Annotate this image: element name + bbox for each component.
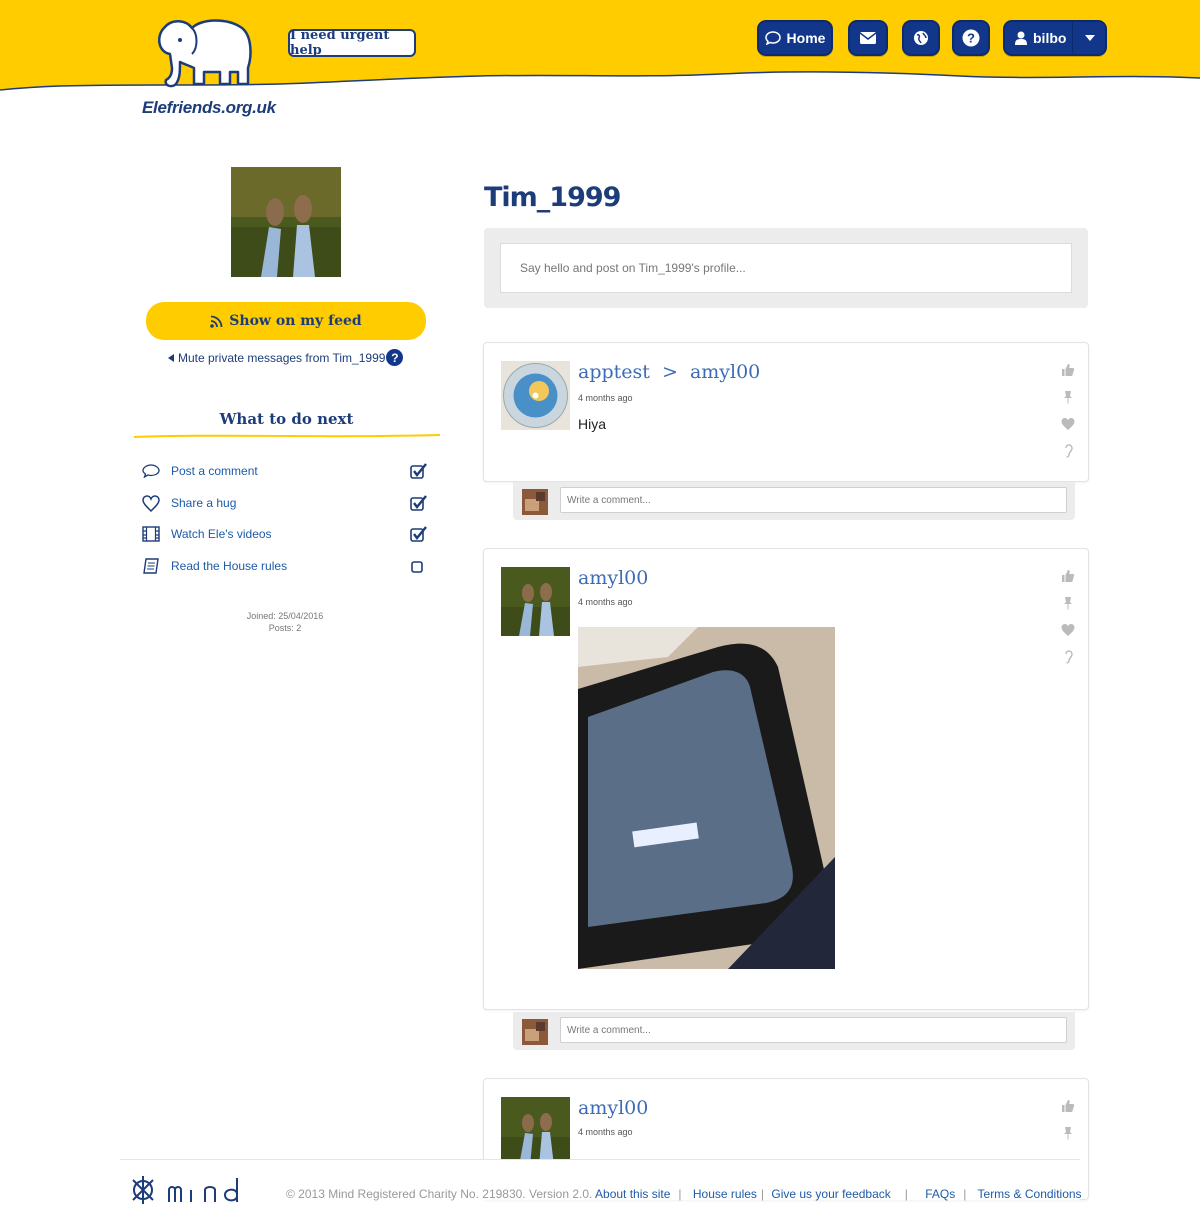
post-count: Posts: 2 [268,623,302,633]
thumbs-up-icon[interactable] [1061,569,1075,583]
post-text: Hiya [578,416,607,432]
question-icon: ? [962,29,980,47]
elephant-logo[interactable] [150,12,260,92]
footer-link-faqs[interactable]: FAQs [925,1187,955,1201]
profile-post-input[interactable]: Say hello and post on Tim_1999's profile… [500,243,1072,293]
help-button[interactable]: ? [952,20,990,56]
post-photo[interactable] [578,627,835,969]
post-time: 4 months ago [578,597,633,607]
user-menu-button[interactable]: bilbo [1003,20,1107,56]
svg-text:?: ? [967,31,975,46]
joined-date: Joined: 25/04/2016 [246,611,324,621]
todo-label: Share a hug [171,496,237,510]
post-time: 4 months ago [578,1127,633,1137]
todo-share-hug[interactable]: Share a hug [140,492,440,514]
post-author[interactable]: amyl00 [578,567,648,589]
what-to-do-next-title: What to do next [219,410,354,428]
caret-down-icon[interactable] [1085,35,1095,41]
profile-name: Tim_1999 [484,182,621,213]
rss-icon [210,315,223,328]
footer-link-terms[interactable]: Terms & Conditions [978,1187,1082,1201]
mind-logo[interactable] [125,1168,255,1208]
unchecked-box-icon [411,561,423,573]
pin-icon[interactable] [1061,596,1075,610]
todo-label: Watch Ele's videos [171,527,272,541]
chevron-right: > [661,361,678,383]
pin-icon[interactable] [1061,390,1075,404]
globe-icon [914,31,928,45]
author-from[interactable]: apptest [578,361,650,383]
checked-box-icon [410,526,427,542]
ear-icon[interactable] [1061,444,1075,458]
mute-label: Mute private messages from Tim_1999 [178,350,386,365]
thumbs-up-icon[interactable] [1061,1099,1075,1113]
heart-icon[interactable] [1061,623,1075,637]
todo-read-house-rules[interactable]: Read the House rules [140,555,440,577]
avatar [501,361,570,430]
avatar [501,567,570,636]
post-author[interactable]: apptest > amyl00 [578,361,760,383]
footer-link-house-rules[interactable]: House rules [693,1187,757,1201]
show-on-feed-button[interactable]: Show on my feed [146,302,426,340]
home-button[interactable]: Home [757,20,833,56]
checked-box-icon [410,495,427,511]
todo-label: Read the House rules [171,559,288,573]
speech-bubble-icon [764,31,781,45]
user-label: bilbo [1033,30,1067,46]
footer-text: © 2013 Mind Registered Charity No. 21983… [286,1187,1082,1201]
footer-link-feedback[interactable]: Give us your feedback [771,1187,890,1201]
post-card: amyl00 4 months ago [483,548,1089,1010]
caret-left-icon [168,353,174,362]
member-stats: Joined: 25/04/2016 Posts: 2 [200,610,370,634]
checked-box-icon [410,463,427,479]
heart-icon[interactable] [1061,417,1075,431]
urgent-help-button[interactable]: I need urgent help [288,28,416,58]
pin-icon[interactable] [1061,1126,1075,1140]
film-icon [142,526,160,542]
avatar [501,1097,570,1166]
post-time: 4 months ago [578,393,633,403]
commenter-avatar [522,1019,548,1045]
footer: © 2013 Mind Registered Charity No. 21983… [120,1159,1082,1204]
comment-input[interactable]: Write a comment... [560,487,1067,513]
post-card: apptest > amyl00 4 months ago Hiya [483,342,1089,482]
post-author[interactable]: amyl00 [578,1097,648,1119]
messages-button[interactable] [848,20,888,56]
user-icon [1015,31,1027,45]
todo-watch-videos[interactable]: Watch Ele's videos [140,523,440,545]
globe-button[interactable] [902,20,940,56]
ear-icon[interactable] [1061,650,1075,664]
profile-photo [231,167,341,277]
comment-input[interactable]: Write a comment... [560,1017,1067,1043]
todo-label: Post a comment [171,464,258,478]
commenter-avatar [522,489,548,515]
mute-messages-link[interactable]: Mute private messages from Tim_1999 ? [168,349,404,366]
speech-bubble-icon [142,464,160,478]
comment-bar: Write a comment... [513,1012,1075,1050]
help-circle-icon[interactable]: ? [386,349,404,366]
thumbs-up-icon[interactable] [1061,363,1075,377]
todo-post-comment[interactable]: Post a comment [140,460,440,482]
heart-icon [142,494,160,512]
footer-link-about[interactable]: About this site [595,1187,670,1201]
comment-bar: Write a comment... [513,482,1075,520]
site-name[interactable]: Elefriends.org.uk [142,98,276,118]
envelope-icon [860,32,876,44]
feed-button-label: Show on my feed [229,313,362,329]
yellow-underline [134,434,440,438]
home-label: Home [786,30,826,46]
book-icon [143,558,159,574]
copyright: © 2013 Mind Registered Charity No. 21983… [286,1187,593,1201]
author-to[interactable]: amyl00 [690,361,760,383]
